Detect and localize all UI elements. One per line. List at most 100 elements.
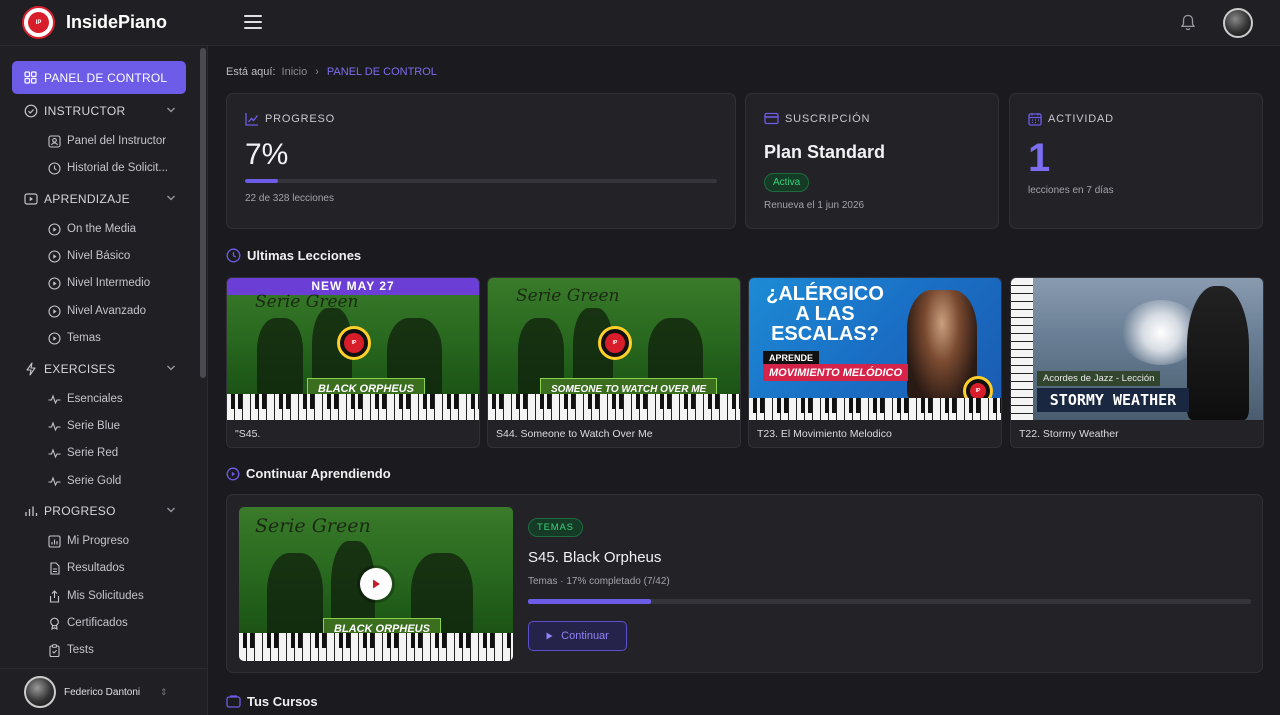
id-card-icon <box>48 134 61 148</box>
check-circle-icon <box>24 104 38 118</box>
sidebar-section-exercises[interactable]: EXERCISES <box>24 360 176 378</box>
play-button[interactable] <box>360 568 392 600</box>
sidebar-item-nivel-avanzado[interactable]: Nivel Avanzado <box>48 302 146 320</box>
lesson-caption: T23. El Movimiento Melodico <box>757 428 892 440</box>
continue-lesson-sub: Temas · 17% completado (7/42) <box>528 576 670 587</box>
lesson-thumbnail: ¿ALÉRGICO A LAS ESCALAS? APRENDE MOVIMIE… <box>749 278 1001 420</box>
pulse-icon <box>48 393 61 404</box>
lesson-card[interactable]: Serie Green IP SOMEONE TO WATCH OVER ME … <box>487 277 741 448</box>
progress-card: PROGRESO 7% 22 de 328 lecciones <box>226 93 736 229</box>
sidebar-item-tests[interactable]: Tests <box>48 641 94 659</box>
video-icon <box>226 694 241 708</box>
calendar-icon <box>1028 113 1042 126</box>
clock-icon <box>48 161 61 175</box>
sidebar-item-serie-red[interactable]: Serie Red <box>48 444 118 462</box>
sidebar-scrollbar[interactable] <box>200 48 206 378</box>
lesson-caption: T22. Stormy Weather <box>1019 428 1119 440</box>
continue-thumbnail[interactable]: Serie Green BLACK ORPHEUS <box>239 507 513 661</box>
pulse-icon <box>48 447 61 458</box>
latest-lessons-title: Ultimas Lecciones <box>226 248 361 263</box>
activity-value: 1 <box>1028 136 1051 180</box>
progress-detail: 22 de 328 lecciones <box>245 193 334 204</box>
document-icon <box>50 561 60 575</box>
breadcrumb: Está aquí: Inicio › PANEL DE CONTROL <box>226 66 437 78</box>
renew-date: Renueva el 1 jun 2026 <box>764 200 865 211</box>
sidebar-item-certificados[interactable]: Certificados <box>48 614 128 632</box>
instructor-photo <box>1187 286 1249 420</box>
breadcrumb-current: PANEL DE CONTROL <box>326 66 437 78</box>
sidebar-item-panel-del-instructor[interactable]: Panel del Instructor <box>48 132 166 150</box>
share-icon <box>49 589 60 603</box>
continue-card: Serie Green BLACK ORPHEUS TEMAS S45. Bla… <box>226 494 1263 673</box>
brand-name: InsidePiano <box>66 12 168 32</box>
sidebar-section-instructor[interactable]: INSTRUCTOR <box>24 102 176 120</box>
menu-icon[interactable] <box>244 15 262 29</box>
trend-icon <box>245 113 259 126</box>
grid-icon <box>24 71 37 84</box>
lesson-card[interactable]: NEW MAY 27 Serie Green IP BLACK ORPHEUS … <box>226 277 480 448</box>
credit-card-icon <box>764 112 779 125</box>
sidebar-item-esenciales[interactable]: Esenciales <box>48 390 123 408</box>
logo-emblem: IP <box>337 326 371 360</box>
sidebar-item-panel-de-control[interactable]: PANEL DE CONTROL <box>12 61 186 94</box>
brand-logo: IP <box>22 6 55 39</box>
logo-emblem: IP <box>598 326 632 360</box>
sidebar-item-serie-blue[interactable]: Serie Blue <box>48 417 120 435</box>
play-icon <box>546 632 553 640</box>
user-avatar[interactable] <box>1223 8 1253 38</box>
status-badge: Activa <box>764 173 810 192</box>
plan-name: Plan Standard <box>764 142 886 162</box>
chart-box-icon <box>48 534 61 548</box>
chevron-right-icon: › <box>315 66 319 78</box>
chevron-down-icon <box>167 107 175 113</box>
sidebar-item-on-the-media[interactable]: On the Media <box>48 220 136 238</box>
play-circle-icon <box>226 467 240 480</box>
play-circle-icon <box>48 331 61 345</box>
user-name: Federico Dantoni <box>64 686 141 698</box>
sidebar-item-nivel-basico[interactable]: Nivel Básico <box>48 247 130 265</box>
thumb-headline: ¿ALÉRGICO A LAS ESCALAS? <box>766 283 884 345</box>
piano-keys <box>1011 278 1033 420</box>
continue-button[interactable]: Continuar <box>528 621 627 651</box>
avatar <box>24 676 56 708</box>
breadcrumb-home[interactable]: Inicio <box>282 66 308 78</box>
continue-learning-title: Continuar Aprendiendo <box>226 466 391 481</box>
piano-keys <box>239 633 513 661</box>
bell-icon[interactable] <box>1180 14 1196 32</box>
progress-bar <box>245 179 717 183</box>
subscription-card: SUSCRIPCIÓN Plan Standard Activa Renueva… <box>745 93 999 229</box>
sidebar-item-mi-progreso[interactable]: Mi Progreso <box>48 532 129 550</box>
chevron-down-icon <box>167 195 175 201</box>
play-icon <box>373 579 380 589</box>
sidebar-item-temas[interactable]: Temas <box>48 329 101 347</box>
sidebar-item-label: PANEL DE CONTROL <box>44 70 168 85</box>
sidebar-item-historial[interactable]: Historial de Solicit... <box>48 159 168 177</box>
category-badge: TEMAS <box>528 518 583 537</box>
lesson-thumbnail: Serie Green IP SOMEONE TO WATCH OVER ME <box>488 278 740 420</box>
piano-keys <box>227 394 479 420</box>
lesson-card[interactable]: Acordes de Jazz - Lección STORMY WEATHER… <box>1010 277 1264 448</box>
sidebar-user[interactable]: Federico Dantoni ⇕ <box>0 668 207 715</box>
sidebar-item-resultados[interactable]: Resultados <box>48 559 125 577</box>
video-icon <box>24 193 38 205</box>
sidebar-item-mis-solicitudes[interactable]: Mis Solicitudes <box>48 587 144 605</box>
lesson-caption: S44. Someone to Watch Over Me <box>496 428 653 440</box>
continue-lesson-title: S45. Black Orpheus <box>528 549 662 566</box>
chevron-down-icon <box>167 507 175 513</box>
lightning-icon <box>26 362 36 376</box>
sidebar-section-aprendizaje[interactable]: APRENDIZAJE <box>24 190 176 208</box>
piano-keys <box>749 398 1001 420</box>
top-bar: IP InsidePiano <box>0 0 1280 46</box>
sidebar-item-nivel-intermedio[interactable]: Nivel Intermedio <box>48 274 150 292</box>
sidebar-item-serie-gold[interactable]: Serie Gold <box>48 472 121 490</box>
bar-chart-icon <box>25 506 38 516</box>
sidebar-section-progreso[interactable]: PROGRESO <box>24 502 176 520</box>
continue-progress-bar <box>528 599 1251 604</box>
brand[interactable]: IP InsidePiano <box>0 6 208 39</box>
lesson-card[interactable]: ¿ALÉRGICO A LAS ESCALAS? APRENDE MOVIMIE… <box>748 277 1002 448</box>
lesson-thumbnail: Acordes de Jazz - Lección STORMY WEATHER <box>1011 278 1263 420</box>
pulse-icon <box>48 420 61 431</box>
chevron-down-icon <box>167 365 175 371</box>
lesson-caption: "S45. <box>235 428 261 440</box>
pulse-icon <box>48 475 61 486</box>
